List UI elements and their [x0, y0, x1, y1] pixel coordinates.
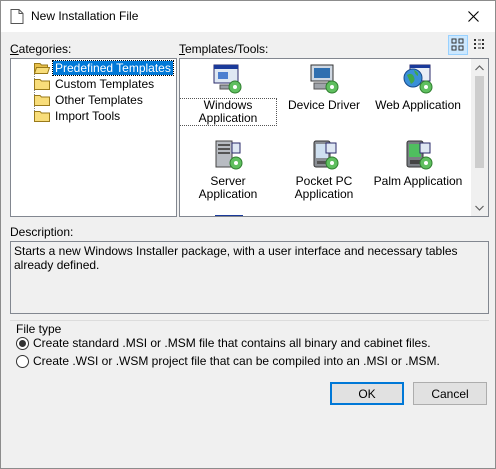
dialog-window: New Installation File Categories: Predef… [0, 0, 496, 469]
scroll-thumb[interactable] [475, 76, 484, 168]
close-icon [467, 11, 479, 22]
template-label: Palm Application [373, 174, 463, 188]
device-driver-icon [310, 64, 339, 94]
categories-label: Categories: [10, 42, 72, 56]
tree-item-label: Import Tools [55, 109, 121, 123]
title-bar[interactable]: New Installation File [1, 1, 495, 32]
template-label: Server Application [198, 174, 258, 201]
cancel-button[interactable]: Cancel [413, 382, 487, 405]
windows-app-icon [213, 64, 242, 94]
web-app-icon [403, 64, 433, 94]
scroll-up-button[interactable] [471, 59, 488, 76]
close-button[interactable] [451, 1, 495, 32]
template-windows-application[interactable]: Windows Application [180, 63, 277, 126]
template-label: Device Driver [287, 98, 360, 112]
tree-item-label: Predefined Templates [52, 60, 174, 76]
radio-label: Create .WSI or .WSM project file that ca… [33, 354, 440, 368]
radio-checked-dot [19, 339, 26, 347]
template-label: Web Application [375, 98, 461, 112]
template-label: Pocket PC Application [294, 174, 354, 201]
template-server-application[interactable]: Server Application [180, 139, 276, 201]
file-type-option-msi[interactable]: Create standard .MSI or .MSM file that c… [16, 336, 431, 350]
list-view-icon [474, 39, 484, 49]
radio-button[interactable] [16, 336, 29, 350]
file-type-label: File type [16, 322, 62, 336]
templates-label-text: emplates/Tools: [185, 42, 269, 56]
categories-label-text: ategories: [18, 42, 72, 56]
template-device-driver[interactable]: Device Driver [276, 63, 372, 112]
folder-icon [34, 79, 50, 90]
tree-item-label: Other Templates [55, 93, 143, 107]
large-icons-icon [451, 38, 464, 51]
folder-icon [34, 95, 50, 106]
palm-app-icon [406, 140, 433, 170]
window-title: New Installation File [31, 9, 139, 23]
radio-label: Create standard .MSI or .MSM file that c… [33, 336, 431, 350]
ok-button[interactable]: OK [330, 382, 404, 405]
templates-scrollbar[interactable] [471, 59, 488, 216]
description-label: Description: [10, 225, 74, 239]
template-palm-application[interactable]: Palm Application [370, 139, 466, 188]
large-icons-view-button[interactable] [448, 35, 468, 55]
document-icon [10, 9, 24, 24]
chevron-down-icon [475, 205, 484, 211]
list-view-button[interactable] [470, 35, 490, 55]
description-text: Starts a new Windows Installer package, … [10, 241, 489, 314]
next-template-icon-partial [215, 215, 243, 216]
template-web-application[interactable]: Web Application [370, 63, 466, 112]
server-app-icon [215, 140, 243, 170]
template-pocket-pc-application[interactable]: Pocket PC Application [276, 139, 372, 201]
templates-label: Templates/Tools: [179, 42, 269, 56]
open-folder-icon [34, 63, 50, 74]
pocket-pc-icon [313, 140, 339, 170]
chevron-up-icon [475, 64, 484, 70]
folder-icon [34, 111, 50, 122]
tree-item-label: Custom Templates [55, 77, 155, 91]
categories-tree[interactable]: Predefined Templates Custom Templates Ot… [10, 58, 177, 217]
radio-button[interactable] [16, 354, 29, 368]
file-type-option-wsi[interactable]: Create .WSI or .WSM project file that ca… [16, 354, 440, 368]
file-type-group: File type Create standard .MSI or .MSM f… [10, 320, 489, 371]
templates-list[interactable]: Windows Application Device Driver Web Ap… [179, 58, 489, 217]
scroll-down-button[interactable] [471, 199, 488, 216]
template-label: Windows Application [180, 98, 277, 126]
